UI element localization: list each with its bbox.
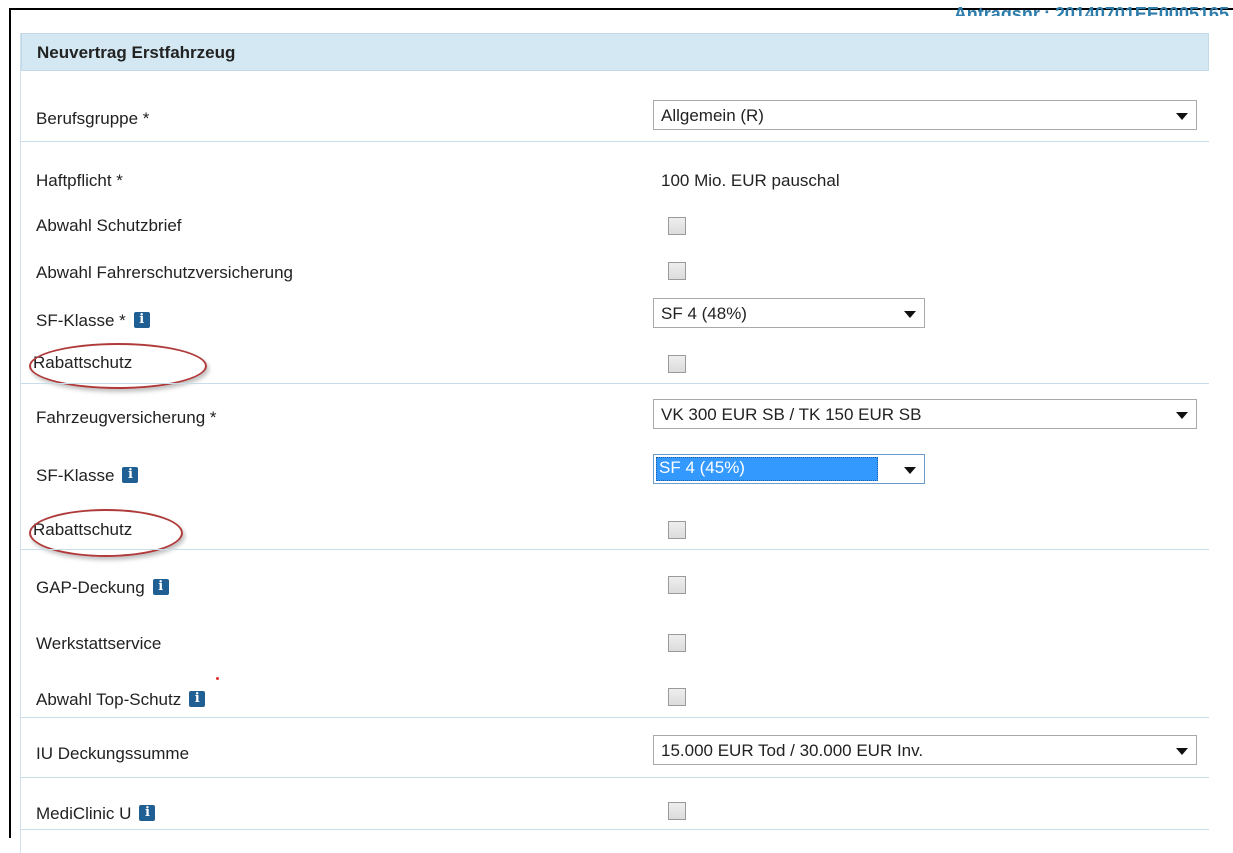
abwahl-fahrerschutz-checkbox[interactable] xyxy=(668,262,686,280)
divider xyxy=(21,141,1209,142)
mediclinic-checkbox[interactable] xyxy=(668,802,686,820)
info-icon[interactable]: i xyxy=(189,691,206,707)
abwahl-top-schutz-checkbox[interactable] xyxy=(668,688,686,706)
chevron-down-icon xyxy=(904,311,916,318)
application-number: Antragsnr.: 20140701EE0005165 xyxy=(953,4,1229,16)
chevron-down-icon xyxy=(1176,113,1188,120)
divider xyxy=(21,829,1209,830)
sf-klasse-vk-value: SF 4 (45%) xyxy=(659,458,745,477)
contract-panel: Neuvertrag Erstfahrzeug Berufsgruppe * A… xyxy=(20,33,1209,853)
berufsgruppe-value: Allgemein (R) xyxy=(661,106,764,125)
divider xyxy=(21,383,1209,384)
abwahl-schutzbrief-label: Abwahl Schutzbrief xyxy=(36,216,182,235)
iu-deckungssumme-value: 15.000 EUR Tod / 30.000 EUR Inv. xyxy=(661,741,924,760)
sf-klasse-hp-text: SF-Klasse * xyxy=(36,311,126,330)
chevron-down-icon xyxy=(1176,412,1188,419)
haftpflicht-label: Haftpflicht * xyxy=(36,171,123,190)
section-title: Neuvertrag Erstfahrzeug xyxy=(37,43,236,62)
chevron-down-icon xyxy=(1176,748,1188,755)
mediclinic-text: MediClinic U xyxy=(36,804,132,823)
info-icon[interactable]: i xyxy=(139,805,156,821)
sf-klasse-vk-select[interactable]: SF 4 (45%) xyxy=(653,454,925,484)
abwahl-schutzbrief-checkbox[interactable] xyxy=(668,217,686,235)
berufsgruppe-label: Berufsgruppe * xyxy=(36,109,150,128)
iu-deckungssumme-select[interactable]: 15.000 EUR Tod / 30.000 EUR Inv. xyxy=(653,735,1197,765)
fahrzeugversicherung-value: VK 300 EUR SB / TK 150 EUR SB xyxy=(661,405,922,424)
sf-klasse-hp-select[interactable]: SF 4 (48%) xyxy=(653,298,925,328)
fahrzeugversicherung-select[interactable]: VK 300 EUR SB / TK 150 EUR SB xyxy=(653,399,1197,429)
info-icon[interactable]: i xyxy=(122,467,139,483)
haftpflicht-value: 100 Mio. EUR pauschal xyxy=(661,171,840,190)
abwahl-top-schutz-label: Abwahl Top-Schutz i xyxy=(36,690,206,710)
gap-deckung-label: GAP-Deckung i xyxy=(36,578,169,598)
section-header: Neuvertrag Erstfahrzeug xyxy=(21,33,1209,71)
rabattschutz-vk-checkbox[interactable] xyxy=(668,521,686,539)
page-frame: Antragsnr.: 20140701EE0005165 Neuvertrag… xyxy=(9,4,1233,853)
gap-deckung-checkbox[interactable] xyxy=(668,576,686,594)
fahrzeugversicherung-label: Fahrzeugversicherung * xyxy=(36,408,217,427)
divider xyxy=(21,717,1209,718)
rabattschutz-hp-checkbox[interactable] xyxy=(668,355,686,373)
red-marker-dot xyxy=(216,677,219,680)
info-icon[interactable]: i xyxy=(133,312,150,328)
divider xyxy=(21,549,1209,550)
info-icon[interactable]: i xyxy=(152,579,169,595)
sf-klasse-hp-label: SF-Klasse * i xyxy=(36,311,150,331)
sf-klasse-vk-text: SF-Klasse xyxy=(36,466,115,485)
sf-klasse-hp-value: SF 4 (48%) xyxy=(661,304,747,323)
chevron-down-icon xyxy=(904,467,916,474)
werkstattservice-label: Werkstattservice xyxy=(36,634,162,653)
berufsgruppe-select[interactable]: Allgemein (R) xyxy=(653,100,1197,130)
iu-deckungssumme-label: IU Deckungssumme xyxy=(36,744,190,763)
sf-klasse-vk-label: SF-Klasse i xyxy=(36,466,139,486)
werkstattservice-checkbox[interactable] xyxy=(668,634,686,652)
gap-deckung-text: GAP-Deckung xyxy=(36,578,145,597)
abwahl-top-schutz-text: Abwahl Top-Schutz xyxy=(36,690,182,709)
mediclinic-label: MediClinic U i xyxy=(36,804,156,824)
abwahl-fahrerschutz-label: Abwahl Fahrerschutzversicherung xyxy=(36,263,294,282)
divider xyxy=(21,777,1209,778)
